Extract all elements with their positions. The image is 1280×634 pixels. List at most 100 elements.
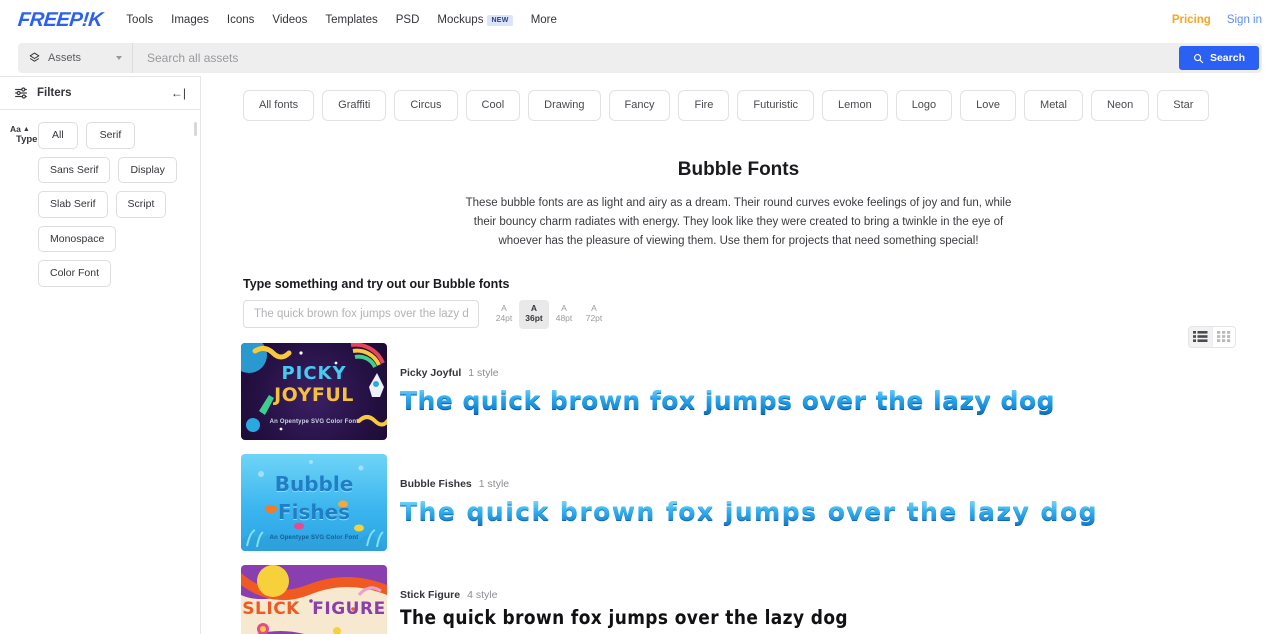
thumbnail-title-line1: Bubble [241, 474, 387, 495]
thumbnail-title-line1: PICKY [241, 365, 387, 384]
category-chip-circus[interactable]: Circus [394, 90, 457, 121]
font-preview-text: The quick brown fox jumps over the lazy … [400, 386, 1236, 415]
search-icon [1193, 53, 1204, 64]
view-mode-toggle [1188, 326, 1236, 348]
pricing-link[interactable]: Pricing [1172, 14, 1211, 26]
nav-item-images[interactable]: Images [171, 14, 209, 26]
filters-sidebar: Filters ←| Aa ▲ Type All Serif Sans Seri… [0, 76, 201, 634]
category-chip-logo[interactable]: Logo [896, 90, 952, 121]
main-content: All fonts Graffiti Circus Cool Drawing F… [201, 76, 1280, 634]
size-option-48pt[interactable]: A 48pt [549, 300, 579, 329]
category-chip-fire[interactable]: Fire [678, 90, 729, 121]
font-name[interactable]: Stick Figure [400, 589, 460, 601]
collapse-sidebar-icon[interactable]: ←| [171, 86, 186, 100]
font-style-count: 1 style [479, 478, 509, 490]
filter-chip-sans-serif[interactable]: Sans Serif [38, 157, 110, 184]
filter-chip-display[interactable]: Display [118, 157, 176, 184]
font-info: Picky Joyful 1 style The quick brown fox… [387, 343, 1236, 440]
nav-label: PSD [396, 14, 420, 26]
nav-item-tools[interactable]: Tools [126, 14, 153, 26]
nav-label: Templates [325, 14, 377, 26]
size-label: 24pt [489, 313, 519, 325]
filters-title: Filters [37, 87, 162, 99]
thumbnail-subtitle: An Opentype SVG Color Font [241, 419, 387, 425]
category-chip-cool[interactable]: Cool [466, 90, 521, 121]
size-option-72pt[interactable]: A 72pt [579, 300, 609, 329]
filter-group-type-label: Type [16, 134, 44, 145]
assets-scope-dropdown[interactable]: Assets [18, 43, 133, 73]
nav-label: Icons [227, 14, 255, 26]
size-option-24pt[interactable]: A 24pt [489, 300, 519, 329]
filter-chip-slab-serif[interactable]: Slab Serif [38, 191, 108, 218]
chevron-down-icon [116, 56, 122, 60]
type-filter-chips: All Serif Sans Serif Display Slab Serif … [0, 122, 200, 287]
filter-group-type-header[interactable]: Aa ▲ Type [10, 124, 44, 145]
font-results-list: PICKY JOYFUL An Opentype SVG Color Font … [241, 343, 1236, 634]
nav-item-psd[interactable]: PSD [396, 14, 420, 26]
nav-label: More [531, 14, 557, 26]
category-chip-star[interactable]: Star [1157, 90, 1209, 121]
filter-group-type: Aa ▲ Type All Serif Sans Serif Display S… [0, 110, 200, 287]
thumbnail-subtitle: An Opentype SVG Color Font [241, 535, 387, 541]
font-info: Bubble Fishes 1 style The quick brown fo… [387, 454, 1236, 551]
category-chip-all-fonts[interactable]: All fonts [243, 90, 314, 121]
nav-item-icons[interactable]: Icons [227, 14, 255, 26]
filter-chip-color-font[interactable]: Color Font [38, 260, 111, 287]
search-input[interactable] [133, 43, 1262, 73]
size-option-36pt[interactable]: A 36pt [519, 300, 549, 329]
font-size-selector: A 24pt A 36pt A 48pt A 72pt [489, 300, 609, 329]
thumbnail-title: SLICK FIGURE [241, 601, 387, 619]
nav-label: Tools [126, 14, 153, 26]
font-thumbnail-bubble-fishes[interactable]: Bubble Fishes An Opentype SVG Color Font [241, 454, 387, 551]
filter-chip-monospace[interactable]: Monospace [38, 226, 116, 253]
sign-in-link[interactable]: Sign in [1227, 14, 1262, 26]
category-chip-neon[interactable]: Neon [1091, 90, 1149, 121]
font-list-item: Bubble Fishes An Opentype SVG Color Font… [241, 454, 1236, 551]
font-meta: Stick Figure 4 style [400, 589, 1236, 601]
font-thumbnail-picky-joyful[interactable]: PICKY JOYFUL An Opentype SVG Color Font [241, 343, 387, 440]
font-thumbnail-stick-figure[interactable]: SLICK FIGURE [241, 565, 387, 634]
category-chip-fancy[interactable]: Fancy [609, 90, 671, 121]
grid-view-icon[interactable] [1212, 327, 1235, 347]
thumbnail-title-line2: JOYFUL [241, 386, 387, 406]
size-label: 48pt [549, 313, 579, 325]
nav-item-templates[interactable]: Templates [325, 14, 377, 26]
size-glyph: A [519, 303, 549, 313]
filter-chip-script[interactable]: Script [116, 191, 167, 218]
category-chip-love[interactable]: Love [960, 90, 1016, 121]
nav-right-actions: Pricing Sign in [1172, 14, 1262, 26]
search-bar: Assets Search [18, 43, 1262, 73]
font-name[interactable]: Bubble Fishes [400, 478, 472, 490]
category-chip-drawing[interactable]: Drawing [528, 90, 600, 121]
font-name[interactable]: Picky Joyful [400, 367, 461, 379]
assets-icon [28, 52, 41, 65]
chevron-up-icon: ▲ [23, 126, 30, 133]
list-view-icon[interactable] [1189, 327, 1212, 347]
nav-item-mockups[interactable]: MockupsNEW [437, 14, 512, 26]
search-bar-region: Assets Search [0, 40, 1280, 76]
page-description: These bubble fonts are as light and airy… [459, 194, 1019, 251]
size-label: 36pt [519, 313, 549, 325]
nav-label: Videos [272, 14, 307, 26]
tryout-heading: Type something and try out our Bubble fo… [243, 277, 1236, 291]
search-button-label: Search [1210, 52, 1245, 64]
nav-item-more[interactable]: More [531, 14, 557, 26]
category-chip-futuristic[interactable]: Futuristic [737, 90, 814, 121]
category-chip-metal[interactable]: Metal [1024, 90, 1083, 121]
search-button[interactable]: Search [1179, 46, 1259, 70]
tryout-text-input[interactable] [243, 300, 479, 328]
font-preview-text: The quick brown fox jumps over the lazy … [400, 606, 848, 629]
category-chip-graffiti[interactable]: Graffiti [322, 90, 386, 121]
font-style-count: 4 style [467, 589, 497, 601]
top-navigation-bar: FREEP!K Tools Images Icons Videos Templa… [0, 0, 1280, 40]
freepik-logo[interactable]: FREEP!K [17, 9, 104, 32]
filter-chip-serif[interactable]: Serif [86, 122, 136, 149]
sidebar-scrollbar[interactable] [194, 122, 197, 136]
size-label: 72pt [579, 313, 609, 325]
size-glyph: A [549, 303, 579, 313]
filters-icon [14, 86, 28, 100]
nav-item-videos[interactable]: Videos [272, 14, 307, 26]
nav-label: Images [171, 14, 209, 26]
category-chip-lemon[interactable]: Lemon [822, 90, 888, 121]
font-preview-text: The quick brown fox jumps over the lazy … [400, 497, 1236, 526]
